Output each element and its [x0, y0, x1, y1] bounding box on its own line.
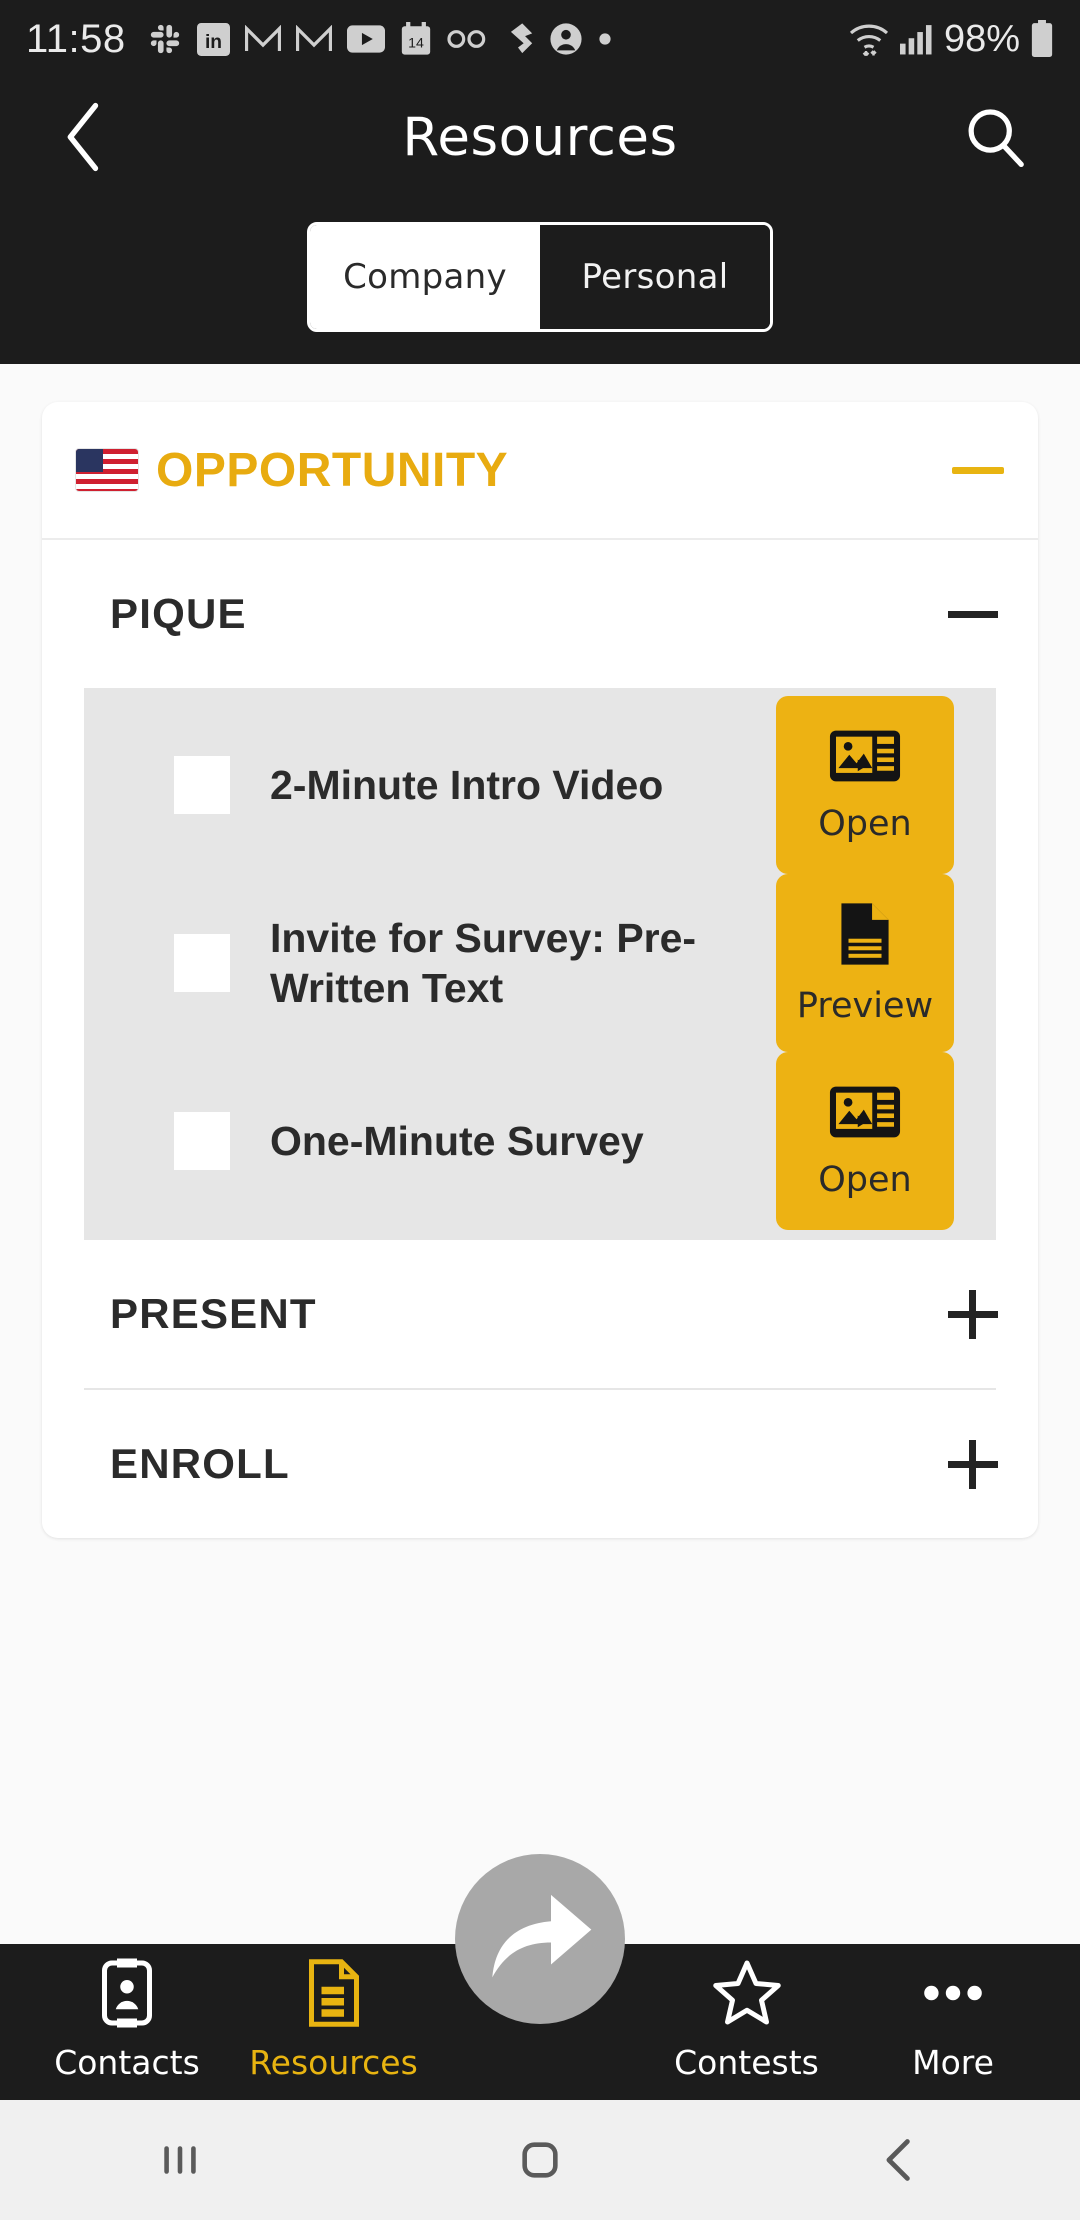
- status-bar-system-icons: 98%: [848, 18, 1054, 61]
- status-bar-time: 11:58: [26, 16, 126, 61]
- share-fab[interactable]: [455, 1854, 625, 2024]
- account-circle-icon: [549, 22, 583, 56]
- opportunity-title: OPPORTUNITY: [156, 443, 509, 497]
- cell-signal-icon: [899, 23, 934, 55]
- item-label: Invite for Survey: Pre-Written Text: [270, 914, 697, 1011]
- jira-icon: [502, 22, 534, 56]
- svg-text:14: 14: [408, 36, 424, 52]
- item-label: 2-Minute Intro Video: [270, 761, 664, 808]
- open-button[interactable]: Open: [776, 1052, 954, 1230]
- item-checkbox[interactable]: [174, 756, 230, 814]
- media-slideshow-icon: [828, 727, 902, 790]
- open-button-label: Open: [818, 803, 912, 844]
- back-button[interactable]: [50, 102, 120, 172]
- resources-content[interactable]: OPPORTUNITY PIQUE 2-Minute Intro Video O…: [0, 364, 1080, 1944]
- nav-label: Contests: [674, 2043, 819, 2082]
- youtube-icon: [346, 25, 385, 53]
- android-navigation-bar: [0, 2100, 1080, 2220]
- item-label: One-Minute Survey: [270, 1117, 644, 1164]
- plus-icon[interactable]: [942, 1283, 1004, 1345]
- ellipsis-icon: [917, 1958, 989, 2033]
- nav-item-resources[interactable]: Resources: [241, 1958, 427, 2082]
- nav-label: More: [912, 2043, 994, 2082]
- list-item[interactable]: 2-Minute Intro Video Open: [84, 696, 996, 874]
- segmented-control: Company Personal: [307, 222, 773, 332]
- tab-personal[interactable]: Personal: [540, 225, 770, 329]
- status-bar: 11:58 in 14 98%: [0, 0, 1080, 78]
- open-button-label: Open: [818, 1159, 912, 1200]
- section-title: ENROLL: [110, 1440, 290, 1487]
- battery-percent-label: 98%: [943, 17, 1020, 60]
- dot-icon: [598, 32, 612, 46]
- gmail-icon: [244, 25, 281, 53]
- pique-items-panel: 2-Minute Intro Video Open Invite for Sur…: [84, 688, 996, 1240]
- calendar-14-icon: 14: [400, 22, 432, 56]
- header-top-row: Resources: [0, 78, 1080, 196]
- list-item[interactable]: One-Minute Survey Open: [84, 1052, 996, 1230]
- preview-button[interactable]: Preview: [776, 874, 954, 1052]
- section-header-present[interactable]: PRESENT: [42, 1240, 1038, 1388]
- media-slideshow-icon: [828, 1083, 902, 1146]
- opportunity-header[interactable]: OPPORTUNITY: [42, 402, 1038, 540]
- nav-label: Resources: [249, 2043, 418, 2082]
- minus-icon[interactable]: [942, 583, 1004, 645]
- tab-company[interactable]: Company: [310, 225, 540, 329]
- share-arrow-icon: [485, 1887, 595, 1992]
- app-header: Resources Company Personal: [0, 78, 1080, 364]
- opportunity-card: OPPORTUNITY PIQUE 2-Minute Intro Video O…: [42, 402, 1038, 1538]
- search-button[interactable]: [958, 100, 1032, 174]
- item-checkbox[interactable]: [174, 934, 230, 992]
- nav-label: Contacts: [54, 2043, 200, 2082]
- voicemail-icon: [447, 27, 487, 51]
- preview-button-label: Preview: [796, 985, 934, 1026]
- back-chevron-icon[interactable]: [840, 2120, 960, 2200]
- minus-icon[interactable]: [952, 466, 1004, 474]
- home-square-icon[interactable]: [480, 2120, 600, 2200]
- app-root: 11:58 in 14 98% Resources Company Person…: [0, 0, 1080, 2220]
- slack-icon: [148, 22, 182, 56]
- svg-text:in: in: [205, 31, 222, 52]
- section-title: PIQUE: [110, 590, 247, 637]
- battery-icon: [1030, 20, 1054, 58]
- page-title: Resources: [402, 106, 678, 168]
- us-flag-icon: [76, 449, 138, 491]
- plus-icon[interactable]: [942, 1433, 1004, 1495]
- gmail-icon-2: [295, 25, 332, 53]
- nav-item-contacts[interactable]: Contacts: [34, 1958, 220, 2082]
- section-header-pique[interactable]: PIQUE: [42, 540, 1038, 688]
- tab-switcher: Company Personal: [0, 196, 1080, 346]
- nav-item-contests[interactable]: Contests: [654, 1958, 840, 2082]
- recents-icon[interactable]: [120, 2120, 240, 2200]
- wifi-icon: [848, 22, 890, 56]
- status-bar-notification-icons: in 14: [148, 22, 612, 56]
- list-item[interactable]: Invite for Survey: Pre-Written Text Prev…: [84, 874, 996, 1052]
- open-button[interactable]: Open: [776, 696, 954, 874]
- section-header-enroll[interactable]: ENROLL: [42, 1390, 1038, 1538]
- star-icon: [711, 1958, 783, 2033]
- document-lines-icon: [304, 1958, 364, 2033]
- section-title: PRESENT: [110, 1290, 317, 1337]
- item-checkbox[interactable]: [174, 1112, 230, 1170]
- document-icon: [836, 901, 894, 972]
- contact-card-icon: [96, 1958, 158, 2033]
- nav-item-more[interactable]: More: [860, 1958, 1046, 2082]
- linkedin-icon: in: [196, 22, 230, 56]
